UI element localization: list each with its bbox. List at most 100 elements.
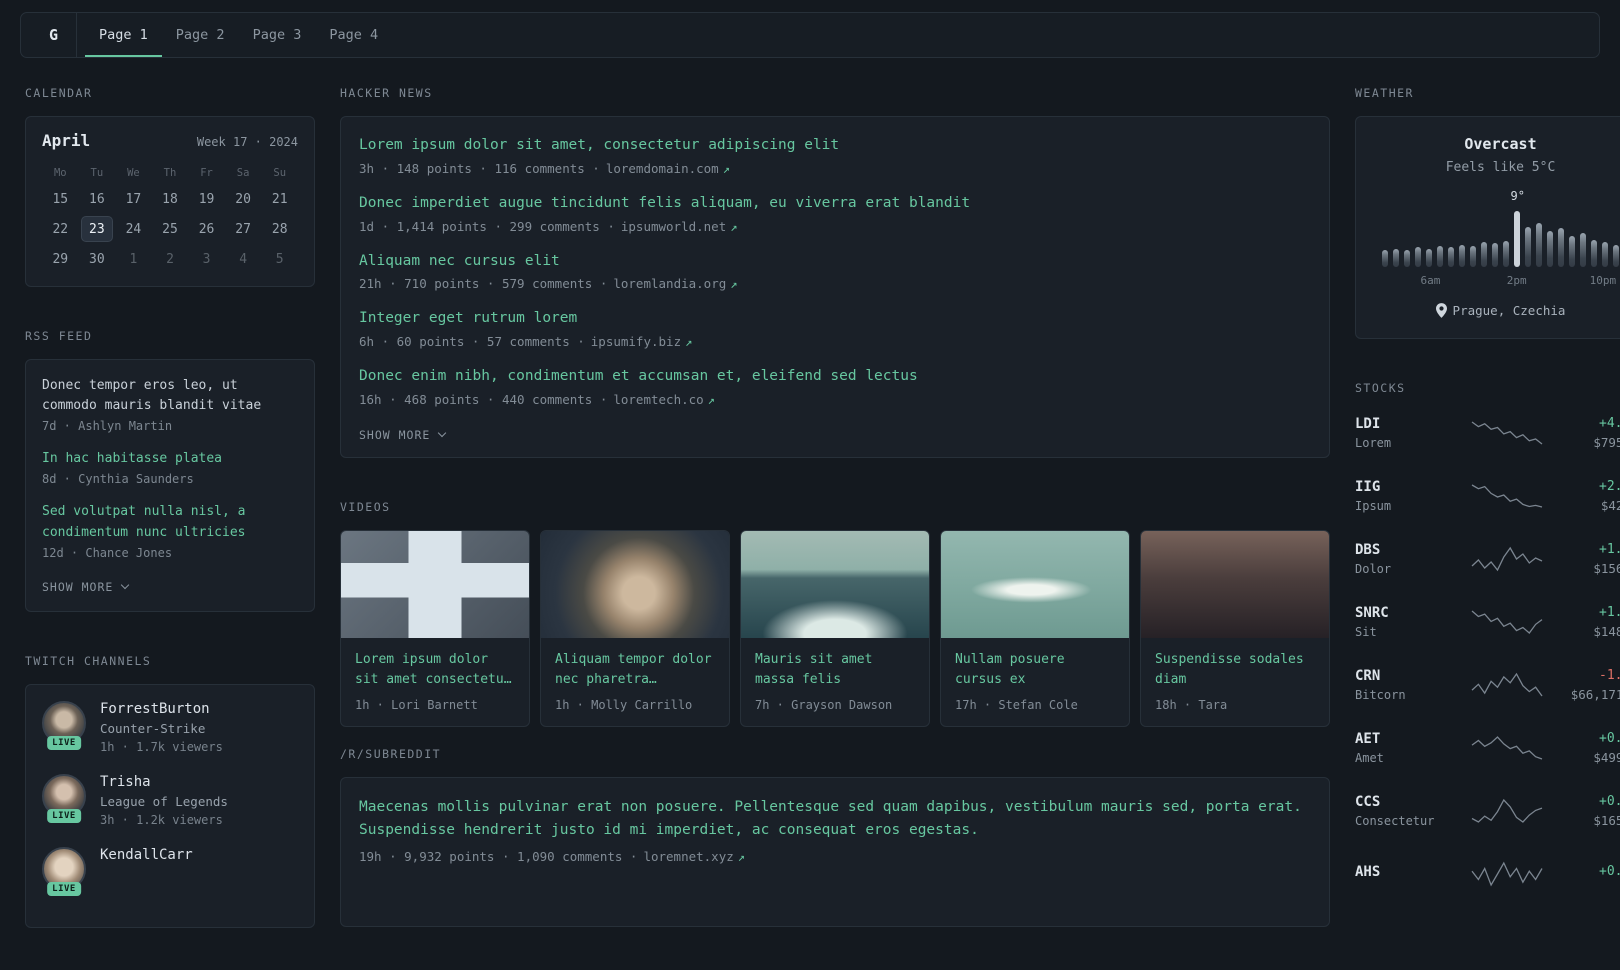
video-title[interactable]: Mauris sit amet massa felis bbox=[755, 650, 915, 690]
stock-id: DBS Dolor bbox=[1355, 542, 1460, 576]
left-column: CALENDAR April Week 17 · 2024 Mo Tu We Th Fr… bbox=[25, 86, 315, 970]
video-title[interactable]: Aliquam tempor dolor nec pharetra… bbox=[555, 650, 715, 690]
calendar-day: 4 bbox=[239, 251, 248, 267]
stock-symbol: DBS bbox=[1355, 541, 1381, 558]
video-thumbnail[interactable] bbox=[341, 530, 529, 638]
live-badge: LIVE bbox=[47, 735, 81, 750]
stock-values: +0.92% $499.72 bbox=[1554, 731, 1620, 765]
calendar-weekday: Th bbox=[163, 167, 177, 179]
videos-row: Lorem ipsum dolor sit amet consectetu… 1… bbox=[340, 529, 1330, 728]
video-title[interactable]: Suspendisse sodales diam bbox=[1155, 650, 1315, 690]
hn-domain-link[interactable]: ipsumify.biz bbox=[591, 334, 681, 349]
channel-name[interactable]: ForrestBurton bbox=[100, 701, 223, 717]
stock-row[interactable]: CRN Bitcorn -1.00% $66,171.48 bbox=[1355, 653, 1620, 716]
weather-bar bbox=[1393, 249, 1399, 267]
video-thumbnail[interactable] bbox=[1141, 530, 1329, 638]
calendar-week-year: Week 17 · 2024 bbox=[196, 135, 298, 149]
stock-sparkline bbox=[1471, 483, 1543, 508]
hn-meta-text: 1d · 1,414 points · 299 comments · bbox=[359, 218, 615, 234]
stocks-widget: STOCKS LDI Lorem +4.35% $795.18 IIG bbox=[1355, 381, 1620, 905]
channel-info: ForrestBurton Counter-Strike 1h · 1.7k v… bbox=[100, 701, 223, 754]
video-title[interactable]: Nullam posuere cursus ex bbox=[955, 650, 1115, 690]
twitch-channel-row[interactable]: LIVE KendallCarr bbox=[42, 846, 298, 896]
stock-row[interactable]: SNRC Sit +1.36% $148.64 bbox=[1355, 590, 1620, 653]
stock-values: +0.51% $165.84 bbox=[1554, 794, 1620, 828]
weather-bar bbox=[1470, 246, 1476, 267]
rss-item-title[interactable]: In hac habitasse platea bbox=[42, 449, 298, 469]
weather-peak-label: 9° bbox=[1510, 189, 1525, 203]
calendar-widget-title: CALENDAR bbox=[25, 86, 93, 100]
calendar-day: 29 bbox=[52, 251, 69, 267]
weather-bar bbox=[1503, 241, 1509, 267]
channel-name[interactable]: KendallCarr bbox=[100, 847, 193, 863]
video-thumbnail[interactable] bbox=[541, 530, 729, 638]
twitch-channel-row[interactable]: LIVE Trisha League of Legends 3h · 1.2k … bbox=[42, 773, 298, 827]
stock-row[interactable]: LDI Lorem +4.35% $795.18 bbox=[1355, 401, 1620, 464]
channel-name[interactable]: Trisha bbox=[100, 774, 228, 790]
video-thumbnail[interactable] bbox=[941, 530, 1129, 638]
stock-row[interactable]: IIG Ipsum +2.84% $42.04 bbox=[1355, 464, 1620, 527]
tab-page-2[interactable]: Page 2 bbox=[162, 13, 239, 57]
tab-page-1[interactable]: Page 1 bbox=[85, 13, 162, 57]
hn-show-more-button[interactable]: SHOW MORE bbox=[359, 428, 447, 442]
channel-avatar[interactable]: LIVE bbox=[42, 700, 86, 750]
hn-item-title[interactable]: Lorem ipsum dolor sit amet, consectetur … bbox=[359, 135, 1311, 157]
external-link-icon: ↗ bbox=[707, 392, 715, 407]
tab-page-3[interactable]: Page 3 bbox=[239, 13, 316, 57]
subreddit-post-title[interactable]: Maecenas mollis pulvinar erat non posuer… bbox=[359, 796, 1311, 842]
hn-item-title[interactable]: Donec imperdiet augue tincidunt felis al… bbox=[359, 193, 1311, 215]
weather-hour-label: 6am bbox=[1420, 274, 1441, 287]
rss-item-title[interactable]: Sed volutpat nulla nisl, a condimentum n… bbox=[42, 502, 298, 542]
twitch-channel-row[interactable]: LIVE ForrestBurton Counter-Strike 1h · 1… bbox=[42, 700, 298, 754]
rss-item-title[interactable]: Donec tempor eros leo, ut commodo mauris… bbox=[42, 376, 298, 416]
hn-domain-link[interactable]: loremtech.co bbox=[613, 392, 703, 407]
hn-item: Aliquam nec cursus elit 21h · 710 points… bbox=[359, 251, 1311, 292]
rss-item: Sed volutpat nulla nisl, a condimentum n… bbox=[42, 502, 298, 559]
subreddit-post-meta: 19h · 9,932 points · 1,090 comments · lor… bbox=[359, 849, 1311, 864]
video-title[interactable]: Lorem ipsum dolor sit amet consectetu… bbox=[355, 650, 515, 690]
stock-row[interactable]: AHS +0.46% bbox=[1355, 842, 1620, 905]
calendar-widget: CALENDAR April Week 17 · 2024 Mo Tu We Th Fr… bbox=[25, 86, 315, 287]
weather-bar bbox=[1404, 250, 1410, 267]
calendar-day: 27 bbox=[235, 221, 251, 237]
channel-avatar[interactable]: LIVE bbox=[42, 773, 86, 823]
subreddit-domain-link[interactable]: loremnet.xyz bbox=[643, 849, 733, 864]
video-meta: 7h · Grayson Dawson bbox=[755, 698, 893, 713]
weather-bar bbox=[1547, 231, 1553, 267]
calendar-weekday: Fr bbox=[200, 167, 213, 179]
weather-widget: WEATHER Overcast Feels like 5°C 9° 6am 2p… bbox=[1355, 86, 1620, 339]
stock-values: -1.00% $66,171.48 bbox=[1554, 668, 1620, 702]
hn-domain-link[interactable]: loremlandia.org bbox=[613, 276, 726, 291]
hn-domain-link[interactable]: loremdomain.com bbox=[606, 161, 719, 176]
hn-domain-link[interactable]: ipsumworld.net bbox=[621, 219, 726, 234]
stock-row[interactable]: DBS Dolor +1.42% $156.28 bbox=[1355, 527, 1620, 590]
stock-id: SNRC Sit bbox=[1355, 605, 1460, 639]
channel-category: Counter-Strike bbox=[100, 720, 206, 736]
calendar-weekday: We bbox=[127, 167, 140, 179]
stock-row[interactable]: CCS Consectetur +0.51% $165.84 bbox=[1355, 779, 1620, 842]
weather-condition: Overcast bbox=[1464, 135, 1537, 153]
tab-page-4[interactable]: Page 4 bbox=[315, 13, 392, 57]
video-meta: 18h · Tara bbox=[1155, 698, 1228, 713]
rss-show-more-button[interactable]: SHOW MORE bbox=[42, 580, 130, 594]
calendar-day: 20 bbox=[235, 191, 251, 207]
stock-id: LDI Lorem bbox=[1355, 416, 1460, 450]
stock-row[interactable]: AET Amet +0.92% $499.72 bbox=[1355, 716, 1620, 779]
calendar-day: 15 bbox=[52, 191, 69, 207]
video-card: Nullam posuere cursus ex 17h · Stefan Co… bbox=[940, 529, 1130, 728]
hn-item-title[interactable]: Donec enim nibh, condimentum et accumsan… bbox=[359, 366, 1311, 388]
stock-sparkline bbox=[1471, 861, 1543, 886]
stock-id: AHS bbox=[1355, 864, 1460, 884]
hn-item-title[interactable]: Aliquam nec cursus elit bbox=[359, 251, 1311, 273]
stock-symbol: CCS bbox=[1355, 793, 1381, 810]
weather-widget-title: WEATHER bbox=[1355, 86, 1414, 100]
weather-chart-wrap: 9° bbox=[1374, 189, 1620, 267]
channel-avatar[interactable]: LIVE bbox=[42, 846, 86, 896]
hn-item: Lorem ipsum dolor sit amet, consectetur … bbox=[359, 135, 1311, 176]
calendar-day: 17 bbox=[125, 191, 142, 207]
hn-item-title[interactable]: Integer eget rutrum lorem bbox=[359, 308, 1311, 330]
video-thumbnail[interactable] bbox=[741, 530, 929, 638]
subreddit-widget-title: /R/SUBREDDIT bbox=[340, 747, 442, 762]
external-link-icon: ↗ bbox=[737, 850, 745, 865]
calendar-day: 30 bbox=[89, 251, 105, 267]
